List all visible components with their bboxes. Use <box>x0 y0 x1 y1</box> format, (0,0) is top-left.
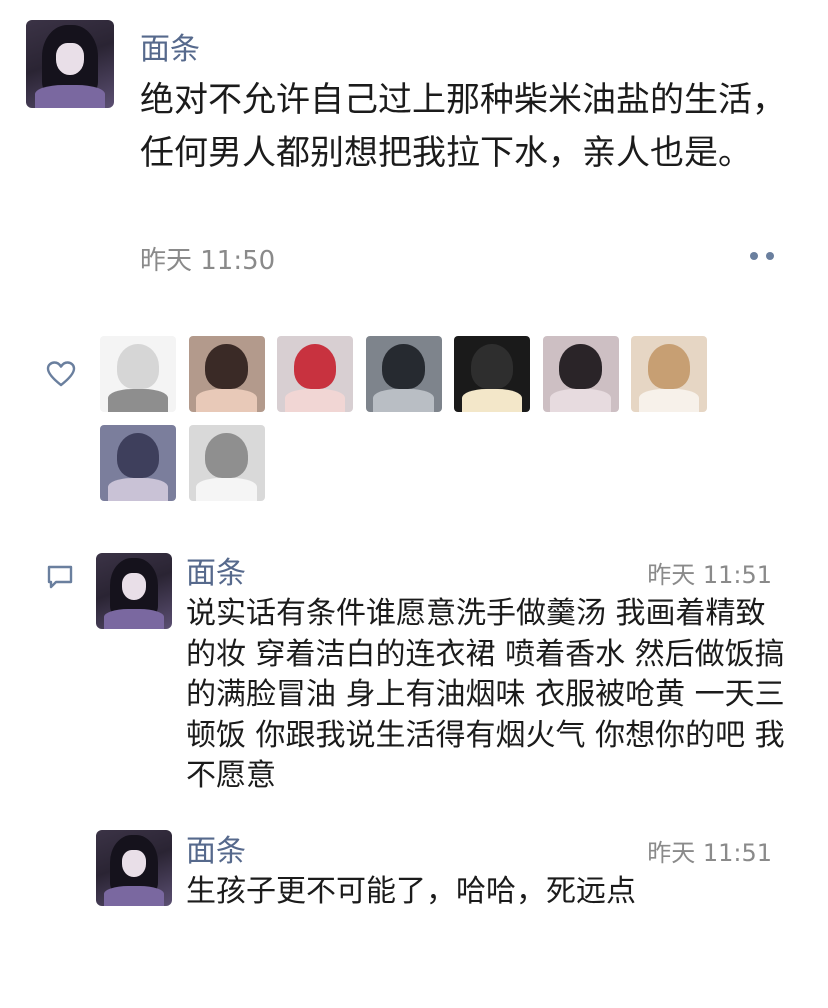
comment-2-author[interactable]: 面条 <box>186 826 246 870</box>
like-avatar-1[interactable] <box>100 336 176 412</box>
like-avatar-7[interactable] <box>631 336 707 412</box>
comment-bubble-icon <box>47 565 73 589</box>
post-timestamp: 昨天 11:50 <box>140 246 276 276</box>
comment-1-text: 说实话有条件谁愿意洗手做羹汤 我画着精致的妆 穿着洁白的连衣裙 喷着香水 然后做… <box>186 596 785 793</box>
like-avatar-9[interactable] <box>188 425 265 501</box>
author-avatar[interactable] <box>26 20 114 108</box>
like-avatar-2[interactable] <box>188 336 265 412</box>
like-avatar-4[interactable] <box>365 336 442 412</box>
comment-2-avatar[interactable] <box>96 830 172 906</box>
comment-2-text: 生孩子更不可能了，哈哈，死远点 <box>186 874 636 909</box>
comment-2-timestamp: 昨天 11:51 <box>647 839 772 867</box>
like-avatar-5[interactable] <box>454 336 530 412</box>
like-avatar-3[interactable] <box>277 336 353 412</box>
like-avatar-8[interactable] <box>100 425 176 501</box>
post-author-name[interactable]: 面条 <box>140 24 200 68</box>
heart-outline-icon <box>46 361 76 387</box>
post-text: 绝对不允许自己过上那种柴米油盐的生活，任何男人都别想把我拉下水，亲人也是。 <box>140 80 786 173</box>
comment-1-timestamp: 昨天 11:51 <box>647 561 772 589</box>
like-avatar-6[interactable] <box>542 336 619 412</box>
comment-1-author[interactable]: 面条 <box>186 548 246 592</box>
more-dots-icon[interactable] <box>748 250 778 262</box>
moments-post-screen: { "post": { "author": "面条", "text": "绝对不… <box>0 0 828 1008</box>
comment-1-avatar[interactable] <box>96 553 172 629</box>
